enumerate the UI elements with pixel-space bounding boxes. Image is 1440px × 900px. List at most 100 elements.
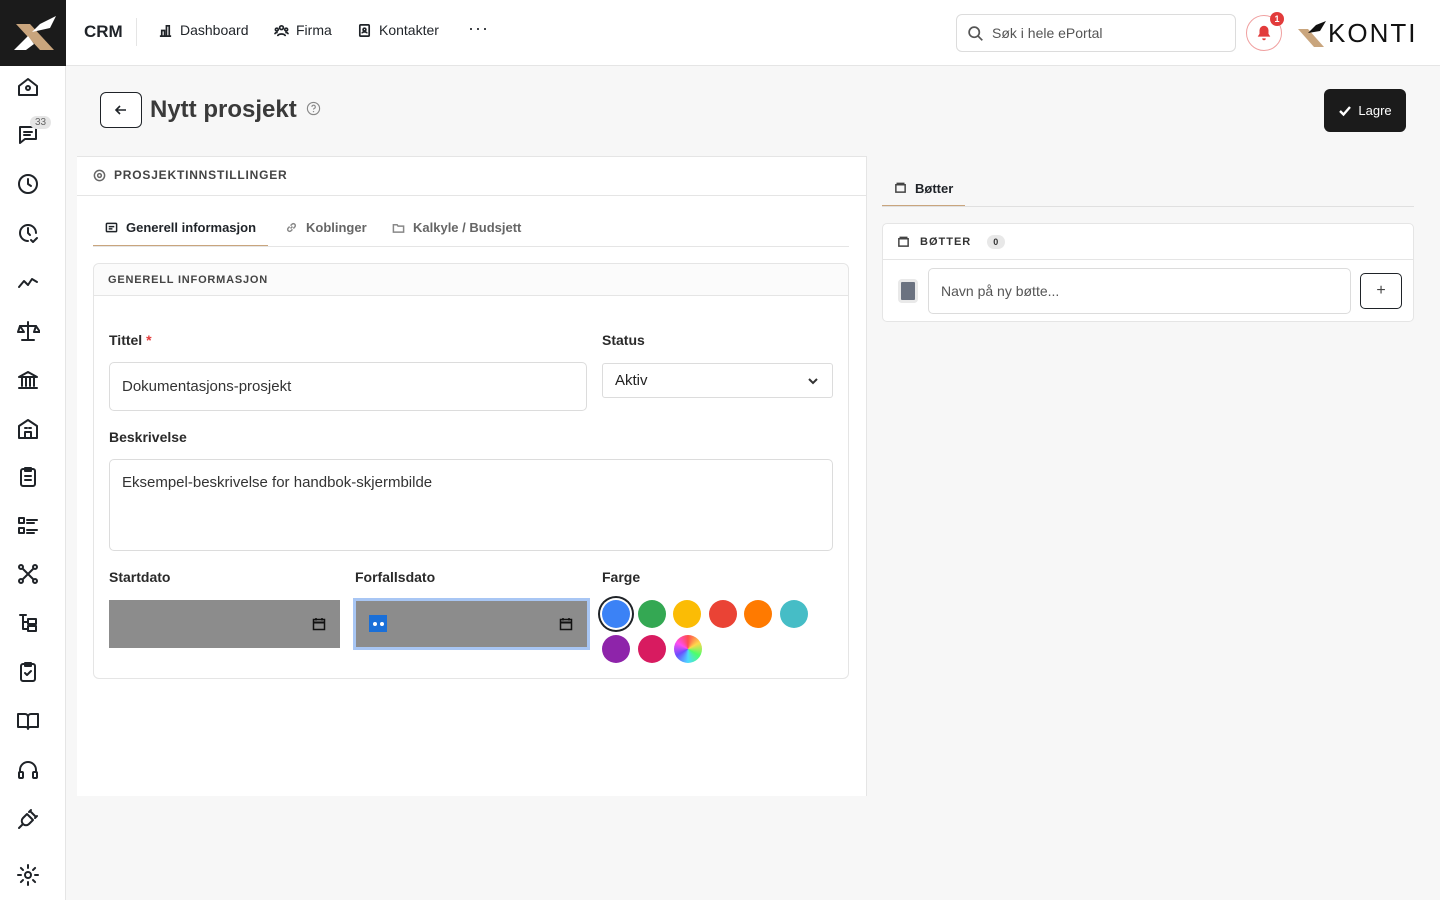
buckets-panel: Bøtter BØTTER 0 + [866,156,1430,796]
tree-icon[interactable] [15,610,41,636]
bar-chart-icon [159,24,172,37]
plug-icon[interactable] [15,806,41,832]
required-marker: * [146,332,152,348]
home-icon[interactable] [15,74,41,100]
bucket-icon [898,236,909,247]
nav-dashboard-label: Dashboard [180,22,249,38]
check-icon [1339,105,1352,116]
title-input[interactable] [109,362,587,411]
nav-firma[interactable]: Firma [274,22,332,38]
general-info-card: GENERELL INFORMASJON Tittel * Status Akt… [93,263,849,679]
tab-links[interactable]: Koblinger [273,209,379,247]
status-value: Aktiv [615,372,648,389]
start-date-label: Startdato [109,569,171,585]
arrow-left-icon [114,105,126,115]
buckets-card: BØTTER 0 + [882,223,1414,322]
topbar: CRM Dashboard Firma Kontakter ··· 1 KONT… [66,0,1440,66]
tab-buckets-label: Bøtter [915,181,954,196]
gear-icon [93,169,106,181]
list-icon[interactable] [15,513,41,539]
color-label: Farge [602,569,641,585]
buckets-title: BØTTER [920,235,972,248]
search-box[interactable] [956,14,1236,52]
building-icon[interactable] [15,416,41,442]
bucket-color-picker[interactable] [898,279,918,303]
tab-general-info[interactable]: Generell informasjon [93,209,269,247]
buckets-header: BØTTER 0 [883,224,1413,260]
tabs-underline [93,246,849,247]
search-icon [968,25,983,41]
notification-badge: 1 [1270,12,1284,26]
start-date-input[interactable] [109,600,340,648]
tab-budget-label: Kalkyle / Budsjett [413,220,522,235]
page-title: Nytt prosjekt [150,96,297,123]
folder-icon [392,223,405,233]
color-swatch[interactable] [602,635,630,663]
tab-budget[interactable]: Kalkyle / Budsjett [380,209,533,247]
color-swatch[interactable] [673,600,701,628]
due-date-label: Forfallsdato [355,569,436,585]
nav-firma-label: Firma [296,22,332,38]
nav-kontakter-label: Kontakter [379,22,439,38]
scale-icon[interactable] [15,318,41,344]
color-swatch[interactable] [602,600,630,628]
divider [77,195,866,196]
back-button[interactable] [100,92,142,128]
title-label-text: Tittel [109,332,143,348]
color-swatch[interactable] [744,600,772,628]
section-header: PROSJEKTINNSTILLINGER [93,168,287,182]
app-name[interactable]: CRM [84,22,123,42]
more-menu-icon[interactable]: ··· [468,18,489,39]
brand-mark-icon [1298,20,1326,47]
trend-icon[interactable] [15,269,41,295]
section-title: PROSJEKTINNSTILLINGER [114,168,288,182]
clock-icon[interactable] [15,171,41,197]
clock-check-icon[interactable] [15,220,41,246]
users-icon [274,24,289,36]
tab-general-info-label: Generell informasjon [126,220,257,235]
status-select[interactable]: Aktiv [602,363,833,398]
book-icon[interactable] [15,708,41,734]
tab-buckets[interactable]: Bøtter [882,170,966,207]
custom-color-picker[interactable] [674,635,702,663]
color-swatch[interactable] [779,600,808,628]
help-icon[interactable] [306,101,321,116]
clipboard-check-icon[interactable] [15,659,41,685]
new-bucket-input[interactable] [928,268,1351,314]
brand-logo: KONTI [1296,18,1417,49]
color-swatch[interactable] [708,600,737,628]
tab-links-label: Koblinger [306,220,367,235]
gear-icon[interactable] [15,862,41,888]
add-bucket-button[interactable]: + [1360,273,1402,309]
divider [136,18,137,46]
nav-kontakter[interactable]: Kontakter [357,22,439,38]
logo[interactable] [0,0,66,66]
search-input[interactable] [992,25,1222,41]
date-segment-highlight [369,615,387,632]
description-label: Beskrivelse [109,429,187,445]
messages-badge: 33 [30,116,52,129]
title-label: Tittel * [109,332,152,348]
color-swatch[interactable] [637,635,666,663]
network-icon[interactable] [15,561,41,587]
save-button-label: Lagre [1358,103,1392,118]
color-swatch[interactable] [637,600,666,628]
status-label: Status [602,332,645,348]
bank-icon[interactable] [15,367,41,393]
link-icon [286,222,297,233]
calendar-icon [312,618,326,631]
sidebar: 33 [0,0,66,900]
save-button[interactable]: Lagre [1324,89,1406,132]
document-icon [105,222,118,233]
due-date-input[interactable] [353,598,590,650]
logo-mark-icon [14,16,56,50]
divider [882,206,1414,207]
description-textarea[interactable]: Eksempel-beskrivelse for handbok-skjermb… [109,459,833,551]
buckets-count-badge: 0 [987,234,1006,249]
project-settings-panel: PROSJEKTINNSTILLINGER Generell informasj… [77,156,866,796]
bucket-icon [895,182,906,193]
clipboard-list-icon[interactable] [15,464,41,490]
nav-dashboard[interactable]: Dashboard [158,22,249,38]
bell-icon [1257,25,1271,41]
headset-icon[interactable] [15,757,41,783]
